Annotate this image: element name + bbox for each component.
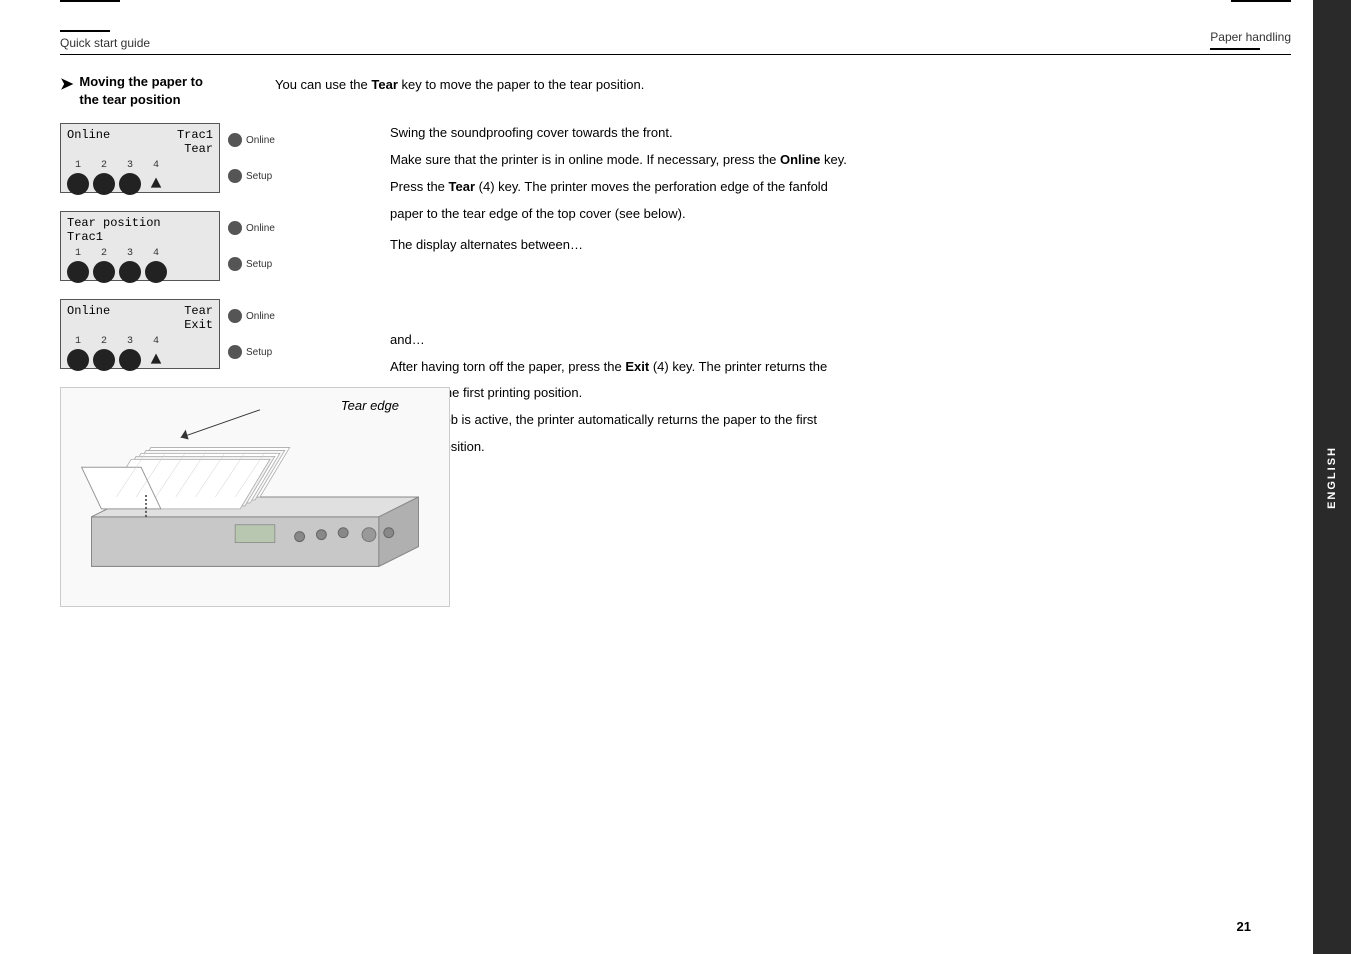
lcd1-nums: 1 2 3 4 — [67, 160, 213, 171]
btn-1c — [119, 173, 141, 195]
lcd2-nums: 1 2 3 4 — [67, 248, 213, 259]
panel-row-2: Tear position Trac1 1 2 3 4 — [60, 211, 370, 281]
step1-p3: Press the Tear (4) key. The printer move… — [390, 177, 1241, 198]
setup-btn-1: Setup — [228, 169, 272, 183]
btn-2d — [145, 261, 167, 283]
header-right: Paper handling — [1210, 30, 1291, 50]
intro-text: You can use the Tear key to move the pap… — [275, 73, 1291, 95]
page-container: Quick start guide Paper handling ➤ Movin… — [0, 0, 1351, 954]
lcd1-line2: Tear — [67, 142, 213, 156]
step2-text: After having torn off the paper, press t… — [390, 357, 1241, 458]
setup-circle-3 — [228, 345, 242, 359]
step1-p4: paper to the tear edge of the top cover … — [390, 204, 1241, 225]
step1-p2: Make sure that the printer is in online … — [390, 150, 1241, 171]
content-row: OnlineTrac1 Tear 1 2 3 4 ▲ — [60, 123, 1291, 607]
step2-p2: paper to the first printing position. — [390, 383, 1241, 404]
btn-3-triangle: ▲ — [145, 349, 167, 371]
header-left: Quick start guide — [60, 30, 150, 50]
online-circle-2 — [228, 221, 242, 235]
setup-circle-1 — [228, 169, 242, 183]
btn-3a — [67, 349, 89, 371]
section-heading-text: Moving the paper to the tear position — [79, 73, 203, 109]
online-btn-2: Online — [228, 221, 275, 235]
btn-2c — [119, 261, 141, 283]
setup-circle-2 — [228, 257, 242, 271]
lcd2-line1: Tear position — [67, 216, 213, 230]
right-text: Swing the soundproofing cover towards th… — [370, 123, 1291, 607]
setup-btn-2: Setup — [228, 257, 272, 271]
lcd2-line2: Trac1 — [67, 230, 213, 244]
step1-text: Swing the soundproofing cover towards th… — [390, 123, 1241, 224]
side-buttons-1: Online Setup — [228, 133, 275, 183]
lcd1-btns: ▲ — [67, 173, 213, 195]
online-btn-1: Online — [228, 133, 275, 147]
step2-p3: If a print job is active, the printer au… — [390, 410, 1241, 431]
btn-2b — [93, 261, 115, 283]
setup-label-2: Setup — [246, 259, 272, 270]
lcd3-btns: ▲ — [67, 349, 213, 371]
printer-illustration — [61, 388, 449, 606]
setup-label-1: Setup — [246, 171, 272, 182]
btn-2a — [67, 261, 89, 283]
btn-3b — [93, 349, 115, 371]
step1-p1: Swing the soundproofing cover towards th… — [390, 123, 1241, 144]
tear-diagram: Tear edge — [60, 387, 450, 607]
display-alternates-text: The display alternates between… — [390, 237, 1241, 252]
btn-1b — [93, 173, 115, 195]
section-arrow: ➤ — [60, 74, 73, 94]
lcd-display-2: Tear position Trac1 1 2 3 4 — [60, 211, 220, 281]
lcd3-line1: OnlineTear — [67, 304, 213, 318]
left-diagrams: OnlineTrac1 Tear 1 2 3 4 ▲ — [60, 123, 370, 607]
online-label-2: Online — [246, 223, 275, 234]
btn-1a — [67, 173, 89, 195]
section-heading: ➤ Moving the paper to the tear position — [60, 73, 255, 109]
page-header: Quick start guide Paper handling — [60, 30, 1291, 55]
step2-p4: printing position. — [390, 437, 1241, 458]
side-buttons-2: Online Setup — [228, 221, 275, 271]
panel-row-1: OnlineTrac1 Tear 1 2 3 4 ▲ — [60, 123, 370, 193]
lcd3-line2: Exit — [67, 318, 213, 332]
btn-3c — [119, 349, 141, 371]
panel-row-3: OnlineTear Exit 1 2 3 4 ▲ — [60, 299, 370, 369]
lcd-display-3: OnlineTear Exit 1 2 3 4 ▲ — [60, 299, 220, 369]
lcd2-btns — [67, 261, 213, 283]
online-btn-3: Online — [228, 309, 275, 323]
online-label-1: Online — [246, 135, 275, 146]
btn-1-triangle: ▲ — [145, 173, 167, 195]
step2-p1: After having torn off the paper, press t… — [390, 357, 1241, 378]
online-label-3: Online — [246, 311, 275, 322]
and-text: and… — [390, 332, 1241, 347]
side-buttons-3: Online Setup — [228, 309, 275, 359]
lcd1-line1: OnlineTrac1 — [67, 128, 213, 142]
lcd-display-1: OnlineTrac1 Tear 1 2 3 4 ▲ — [60, 123, 220, 193]
lcd3-nums: 1 2 3 4 — [67, 336, 213, 347]
online-circle-3 — [228, 309, 242, 323]
setup-btn-3: Setup — [228, 345, 272, 359]
page-number: 21 — [1237, 919, 1251, 934]
setup-label-3: Setup — [246, 347, 272, 358]
heading-row: ➤ Moving the paper to the tear position … — [60, 73, 1291, 109]
online-circle-1 — [228, 133, 242, 147]
